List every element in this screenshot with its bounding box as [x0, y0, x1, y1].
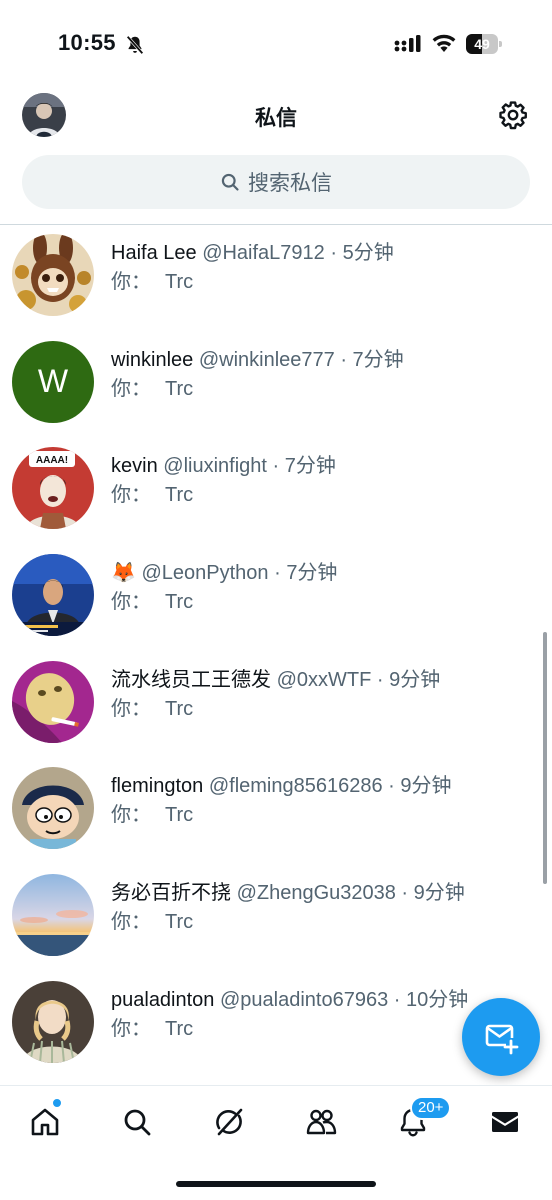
- status-bar: 10:55 49: [0, 0, 552, 80]
- conversation-handle: @HaifaL7912: [202, 242, 325, 264]
- communities-icon: [306, 1109, 337, 1135]
- message-preview: Trc: [165, 591, 194, 614]
- conversation-handle: @pualadinto67963: [220, 988, 389, 1011]
- cartoon-man-avatar[interactable]: AAAA!: [12, 447, 94, 530]
- battery-level: 49: [474, 36, 490, 52]
- message-prefix: 你：: [111, 591, 151, 614]
- conversation-handle: @LeonPython: [141, 562, 269, 585]
- conversation-row[interactable]: Haifa Lee @HaifaL7912 · 5分钟 你： Trc: [0, 225, 552, 332]
- conversation-list: Haifa Lee @HaifaL7912 · 5分钟 你： Trc W wink…: [0, 225, 552, 1079]
- conversation-time: 9分钟: [413, 882, 465, 905]
- page-title: 私信: [255, 107, 297, 130]
- tab-communities[interactable]: [298, 1102, 344, 1142]
- search-placeholder: 搜索私信: [248, 172, 332, 195]
- tab-home[interactable]: [22, 1102, 68, 1142]
- battery-indicator: 49: [466, 34, 502, 54]
- conversation-time: 7分钟: [286, 562, 338, 585]
- message-prefix: 你：: [111, 271, 151, 293]
- search-icon: [124, 1109, 151, 1136]
- conversation-name: 流水线员工王德发: [111, 668, 271, 691]
- header: 私信: [0, 90, 552, 142]
- message-preview: Trc: [165, 804, 194, 827]
- message-prefix: 你：: [111, 804, 151, 827]
- message-prefix: 你：: [111, 1017, 151, 1040]
- notifications-badge: 20+: [410, 1096, 452, 1120]
- status-time: 10:55: [58, 30, 116, 55]
- message-preview: Trc: [165, 1017, 194, 1040]
- search-messages-input[interactable]: 搜索私信: [22, 155, 530, 209]
- conversation-row[interactable]: flemington @fleming85616286 · 9分钟 你： Trc: [0, 758, 552, 865]
- conversation-row[interactable]: 流水线员工王德发 @0xxWTF · 9分钟 你： Trc: [0, 652, 552, 759]
- message-prefix: 你：: [111, 697, 151, 720]
- conversation-handle: @ZhengGu32038: [236, 882, 396, 905]
- message-preview: Trc: [165, 911, 194, 934]
- tab-explore[interactable]: [114, 1102, 160, 1142]
- message-prefix: 你：: [111, 484, 151, 507]
- conversation-row[interactable]: 务必百折不挠 @ZhengGu32038 · 9分钟 你： Trc: [0, 865, 552, 972]
- vintage-girl-avatar[interactable]: [12, 980, 94, 1063]
- conversation-time: 10分钟: [406, 988, 469, 1011]
- conversation-name: kevin: [111, 455, 158, 478]
- home-icon: [31, 1108, 59, 1136]
- tab-grok[interactable]: [206, 1102, 252, 1142]
- wifi-icon: [432, 34, 456, 52]
- conversation-name: 🦊: [111, 562, 136, 585]
- cartoon-boy-avatar[interactable]: [12, 767, 94, 850]
- home-unread-dot: [52, 1098, 62, 1108]
- tv-anchor-avatar[interactable]: [12, 554, 94, 637]
- conversation-name: pualadinton: [111, 988, 215, 1011]
- toy-figure-avatar[interactable]: [12, 234, 94, 316]
- search-icon: [221, 173, 239, 191]
- conversation-row[interactable]: AAAA! kevin @liuxinfight · 7分钟 你： Trc: [0, 438, 552, 545]
- compose-envelope-icon: [485, 1024, 519, 1055]
- message-preview: Trc: [165, 697, 194, 720]
- conversation-name: flemington: [111, 775, 204, 798]
- conversation-handle: @0xxWTF: [276, 668, 372, 691]
- conversation-name: 务必百折不挠: [111, 882, 231, 905]
- avatar-shout-text: AAAA!: [36, 455, 68, 466]
- conversation-row[interactable]: 🦊 @LeonPython · 7分钟 你： Trc: [0, 545, 552, 652]
- new-message-button[interactable]: [462, 998, 540, 1076]
- message-preview: Trc: [165, 377, 194, 400]
- conversation-time: 9分钟: [389, 668, 441, 691]
- conversation-handle: @winkinlee777: [198, 348, 335, 371]
- scrollbar[interactable]: [543, 632, 547, 884]
- letter-avatar[interactable]: W: [12, 340, 94, 423]
- smoking-face-avatar[interactable]: [12, 660, 94, 743]
- message-prefix: 你：: [111, 911, 151, 934]
- conversation-time: 9分钟: [400, 775, 452, 798]
- sunset-sky-avatar[interactable]: [12, 874, 94, 957]
- conversation-handle: @liuxinfight: [163, 455, 267, 478]
- conversation-time: 5分钟: [342, 242, 394, 264]
- message-prefix: 你：: [111, 377, 151, 400]
- avatar-letter: W: [37, 363, 69, 400]
- cellular-signal-icon: [394, 35, 421, 52]
- bell-off-icon: [126, 35, 144, 55]
- message-preview: Trc: [165, 484, 194, 507]
- home-indicator: [176, 1181, 376, 1187]
- settings-gear-icon[interactable]: [498, 100, 528, 130]
- tab-messages[interactable]: [482, 1102, 528, 1142]
- conversation-name: Haifa Lee: [111, 242, 197, 264]
- conversation-handle: @fleming85616286: [208, 775, 383, 798]
- conversation-row[interactable]: W winkinlee @winkinlee777 · 7分钟 你： Trc: [0, 332, 552, 439]
- conversation-name: winkinlee: [111, 348, 194, 371]
- mail-icon: [492, 1112, 518, 1132]
- conversation-time: 7分钟: [352, 348, 404, 371]
- grok-slash-icon: [216, 1108, 243, 1136]
- conversation-time: 7分钟: [284, 455, 336, 478]
- message-preview: Trc: [165, 271, 194, 293]
